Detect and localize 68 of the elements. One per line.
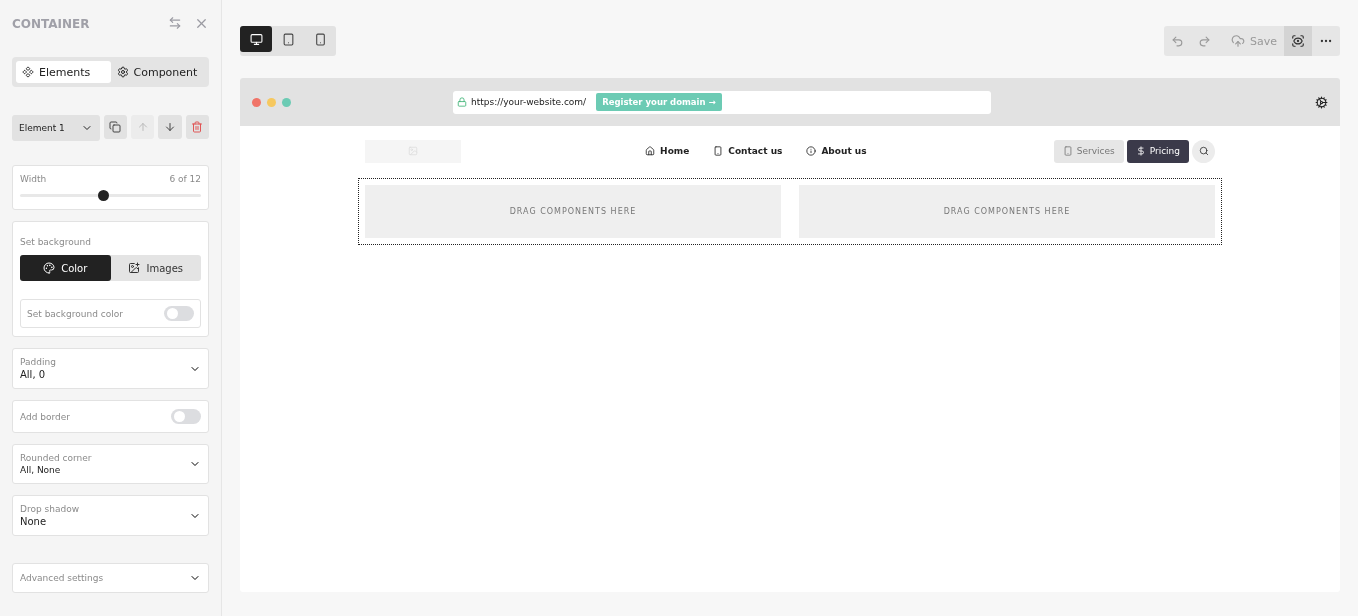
panel-tab[interactable]: Elements — [16, 61, 111, 83]
toggle-switch[interactable] — [164, 306, 194, 321]
width-label: Width — [20, 174, 47, 184]
element-select[interactable]: Element 1 — [12, 115, 100, 141]
redo-icon — [1198, 34, 1211, 48]
field-value: All, None — [20, 465, 62, 475]
gear-icon — [116, 66, 129, 78]
window-dot — [282, 97, 291, 107]
copy-icon — [109, 121, 122, 133]
toggle-switch[interactable] — [171, 409, 201, 424]
upload-cloud-icon — [1231, 34, 1245, 48]
swap-icon[interactable] — [168, 16, 182, 31]
action-button[interactable] — [158, 115, 182, 139]
action-button[interactable] — [103, 115, 128, 139]
width-reading: 6 of 12 — [169, 174, 201, 184]
field-label: Rounded corner — [20, 453, 92, 463]
drop-zone[interactable]: DRAG COMPONENTS HERE — [365, 185, 781, 238]
segment-button[interactable]: Images — [110, 255, 201, 281]
lock-icon — [457, 97, 467, 107]
toggle-label: Add border — [20, 411, 70, 422]
slider-thumb[interactable] — [98, 190, 110, 201]
tablet-icon — [281, 32, 295, 46]
address-bar[interactable]: https://your-website.com/ Register your domain → — [453, 90, 991, 114]
trash-icon — [191, 121, 204, 133]
field-value: None — [20, 516, 48, 527]
segment-button[interactable]: Color — [20, 255, 111, 281]
dropdown-field[interactable]: Drop shadow None — [12, 495, 209, 536]
info-icon — [806, 146, 817, 156]
arrow-up-icon — [136, 121, 149, 133]
nav-link[interactable]: Home — [645, 146, 690, 156]
field-label: Advanced settings — [20, 573, 104, 583]
dropdown-field[interactable]: Advanced settings — [12, 563, 209, 593]
field-label: Padding — [20, 357, 56, 367]
image-plus-icon — [128, 262, 141, 274]
field-value: All, 0 — [20, 369, 47, 380]
eye-icon — [1291, 34, 1305, 48]
nav-button[interactable]: Services — [1053, 139, 1124, 163]
dollar-icon — [1135, 146, 1146, 156]
monitor-icon — [249, 32, 263, 46]
home-icon — [645, 146, 656, 156]
background-label: Set background — [20, 237, 91, 247]
action-button[interactable] — [185, 115, 209, 139]
search-icon — [1198, 146, 1209, 156]
field-label: Drop shadow — [20, 504, 79, 514]
window-dot — [267, 97, 276, 107]
nav-button[interactable]: Pricing — [1126, 139, 1189, 163]
close-icon[interactable] — [194, 16, 209, 31]
settings-icon[interactable] — [1315, 95, 1328, 109]
arrow-down-icon — [164, 121, 177, 133]
dropdown-field[interactable]: Rounded corner All, None — [12, 444, 209, 484]
panel-tab[interactable]: Component — [110, 61, 205, 83]
undo-icon — [1171, 34, 1184, 48]
phone-icon — [1062, 146, 1073, 156]
dropdown-field[interactable]: Padding All, 0 — [12, 348, 209, 389]
device-button[interactable] — [240, 26, 272, 52]
panel-title: CONTAINER — [12, 16, 90, 31]
nav-link[interactable]: About us — [806, 146, 867, 156]
phone-icon — [313, 32, 327, 46]
nav-link[interactable]: Contact us — [713, 146, 783, 156]
phone-icon — [713, 146, 724, 156]
toggle-label: Set background color — [27, 308, 123, 319]
nodes-icon — [22, 66, 34, 78]
preview-button[interactable] — [1284, 26, 1312, 56]
search-button[interactable] — [1192, 139, 1215, 163]
window-dot — [252, 97, 261, 107]
url-text: https://your-website.com/ — [471, 97, 587, 107]
palette-icon — [43, 262, 56, 274]
drop-zone[interactable]: DRAG COMPONENTS HERE — [799, 185, 1215, 238]
